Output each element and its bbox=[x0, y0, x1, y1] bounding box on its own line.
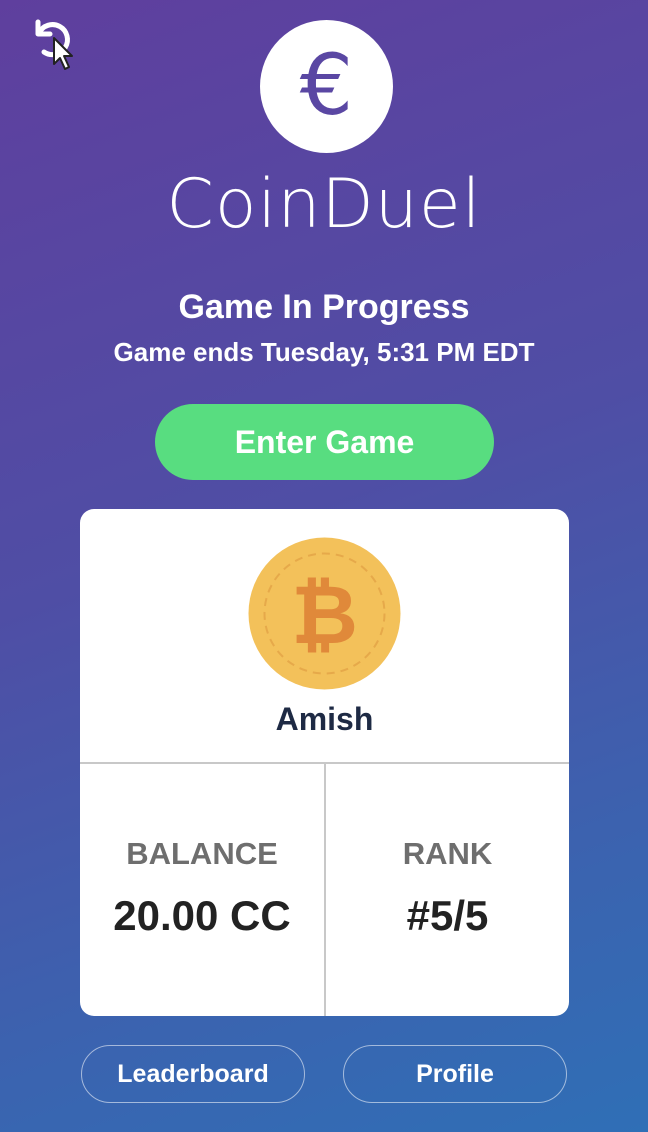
bitcoin-coin-icon: ₿ bbox=[248, 537, 401, 690]
balance-value: 20.00 CC bbox=[113, 892, 291, 939]
refresh-button[interactable] bbox=[30, 14, 82, 74]
player-header: ₿ Amish bbox=[80, 509, 569, 764]
player-name: Amish bbox=[275, 701, 374, 737]
app-logo: € bbox=[260, 20, 393, 153]
euro-icon: € bbox=[299, 35, 354, 134]
game-status-title: Game In Progress bbox=[178, 288, 470, 326]
profile-button[interactable]: Profile bbox=[343, 1045, 567, 1103]
balance-panel: BALANCE 20.00 CC bbox=[80, 764, 326, 1016]
balance-label: BALANCE bbox=[126, 836, 278, 871]
rank-label: RANK bbox=[402, 836, 493, 871]
leaderboard-button[interactable]: Leaderboard bbox=[81, 1045, 305, 1103]
app-title: CoinDuel bbox=[166, 165, 482, 244]
player-card: ₿ Amish BALANCE 20.00 CC RANK #5/5 bbox=[80, 509, 569, 1016]
rank-value: #5/5 bbox=[406, 892, 489, 939]
rank-panel: RANK #5/5 bbox=[326, 764, 569, 1016]
svg-text:₿: ₿ bbox=[291, 568, 358, 663]
game-end-time: Game ends Tuesday, 5:31 PM EDT bbox=[113, 337, 535, 367]
refresh-icon bbox=[35, 19, 73, 70]
enter-game-button[interactable]: Enter Game bbox=[155, 404, 494, 480]
